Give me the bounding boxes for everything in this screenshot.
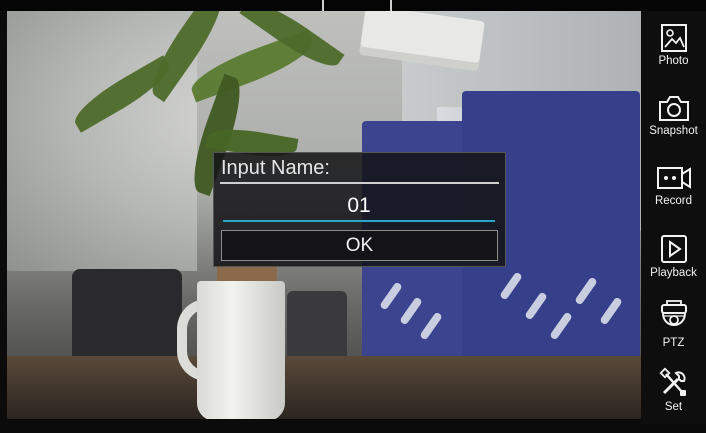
play-icon	[641, 233, 706, 265]
photo-icon	[641, 23, 706, 53]
input-name-dialog: Input Name: OK	[213, 152, 506, 267]
scene-air-conditioner	[359, 11, 485, 72]
dialog-title: Input Name:	[221, 157, 330, 179]
record-label: Record	[654, 195, 693, 207]
scene-chair	[287, 291, 347, 361]
scene-desk	[7, 356, 641, 419]
snapshot-label: Snapshot	[649, 125, 698, 137]
photo-button[interactable]: Photo	[641, 23, 706, 89]
settings-button[interactable]: Set	[641, 367, 706, 433]
playback-button[interactable]: Playback	[641, 233, 706, 299]
set-label: Set	[664, 401, 683, 413]
record-button[interactable]: Record	[641, 163, 706, 229]
video-record-icon	[641, 163, 706, 193]
ptz-camera-icon	[641, 299, 706, 335]
dialog-title-divider	[220, 182, 499, 184]
top-status-strip	[0, 0, 706, 11]
right-toolbar: Photo Snapshot Record Playback PTZ Set	[641, 11, 706, 424]
name-input[interactable]	[223, 191, 495, 221]
playback-label: Playback	[650, 267, 697, 279]
ptz-label: PTZ	[662, 337, 685, 349]
strip-marker	[390, 0, 392, 11]
strip-marker	[322, 0, 324, 11]
snapshot-button[interactable]: Snapshot	[641, 93, 706, 159]
tools-icon	[641, 367, 706, 399]
photo-label: Photo	[658, 55, 689, 67]
scene-mug	[197, 281, 285, 419]
name-input-underline	[223, 220, 495, 222]
ptz-button[interactable]: PTZ	[641, 299, 706, 365]
camera-icon	[641, 93, 706, 123]
ok-button[interactable]: OK	[221, 230, 498, 261]
